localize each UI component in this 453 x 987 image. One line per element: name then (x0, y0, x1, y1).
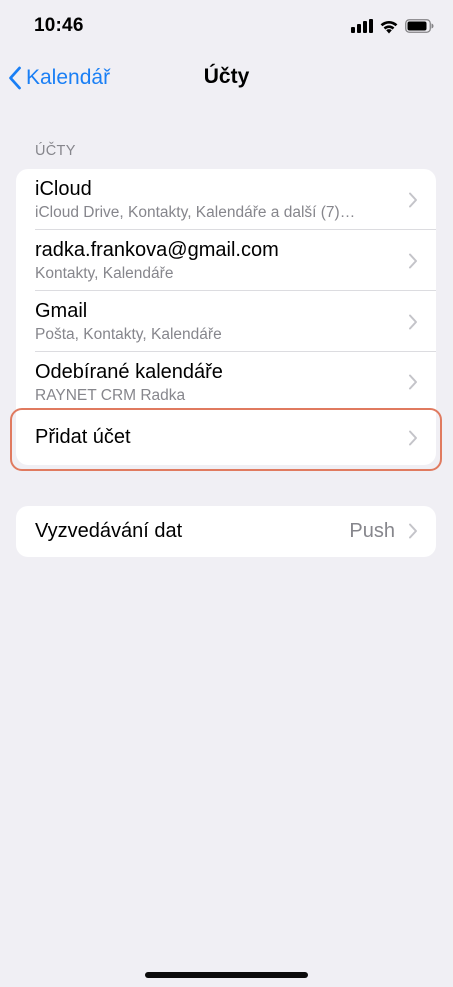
account-row-icloud[interactable]: iCloud iCloud Drive, Kontakty, Kalendáře… (16, 169, 436, 230)
account-title: radka.frankova@gmail.com (35, 239, 279, 261)
account-row-gmail-address[interactable]: radka.frankova@gmail.com Kontakty, Kalen… (16, 230, 436, 291)
screen: 10:46 Kalendář Účty ÚČTY iCloud iCloud D… (0, 0, 453, 987)
page-title: Účty (203, 65, 250, 88)
fetch-new-data-row[interactable]: Vyzvedávání dat Push (16, 506, 436, 557)
battery-icon (405, 19, 434, 33)
add-account-button[interactable]: Přidat účet (16, 412, 436, 465)
accounts-list: iCloud iCloud Drive, Kontakty, Kalendáře… (16, 169, 436, 465)
account-subtitle: Pošta, Kontakty, Kalendáře (35, 326, 222, 343)
wifi-icon (380, 20, 398, 33)
chevron-right-icon (409, 314, 417, 330)
home-indicator[interactable] (145, 972, 308, 978)
account-title: iCloud (35, 178, 92, 200)
status-time: 10:46 (34, 15, 84, 36)
chevron-right-icon (409, 253, 417, 269)
add-account-label: Přidat účet (35, 426, 131, 448)
chevron-right-icon (409, 430, 417, 446)
account-subtitle: iCloud Drive, Kontakty, Kalendáře a dalš… (35, 204, 356, 221)
fetch-new-data-value: Push (349, 520, 395, 542)
account-title: Gmail (35, 300, 88, 322)
signal-icon (351, 19, 373, 33)
fetch-settings-group: Vyzvedávání dat Push (16, 506, 436, 557)
chevron-right-icon (409, 192, 417, 208)
status-icons (351, 16, 434, 36)
chevron-right-icon (409, 523, 417, 539)
account-title: Odebírané kalendáře (35, 361, 223, 383)
account-row-subscribed-calendars[interactable]: Odebírané kalendáře RAYNET CRM Radka (16, 352, 436, 412)
chevron-right-icon (409, 374, 417, 390)
status-bar: 10:46 (0, 0, 453, 52)
fetch-new-data-label: Vyzvedávání dat (35, 520, 183, 542)
account-row-gmail[interactable]: Gmail Pošta, Kontakty, Kalendáře (16, 291, 436, 352)
account-subtitle: RAYNET CRM Radka (35, 387, 186, 404)
account-subtitle: Kontakty, Kalendáře (35, 265, 174, 282)
navigation-bar: Kalendář Účty (0, 52, 453, 104)
section-header-accounts: ÚČTY (35, 143, 76, 159)
